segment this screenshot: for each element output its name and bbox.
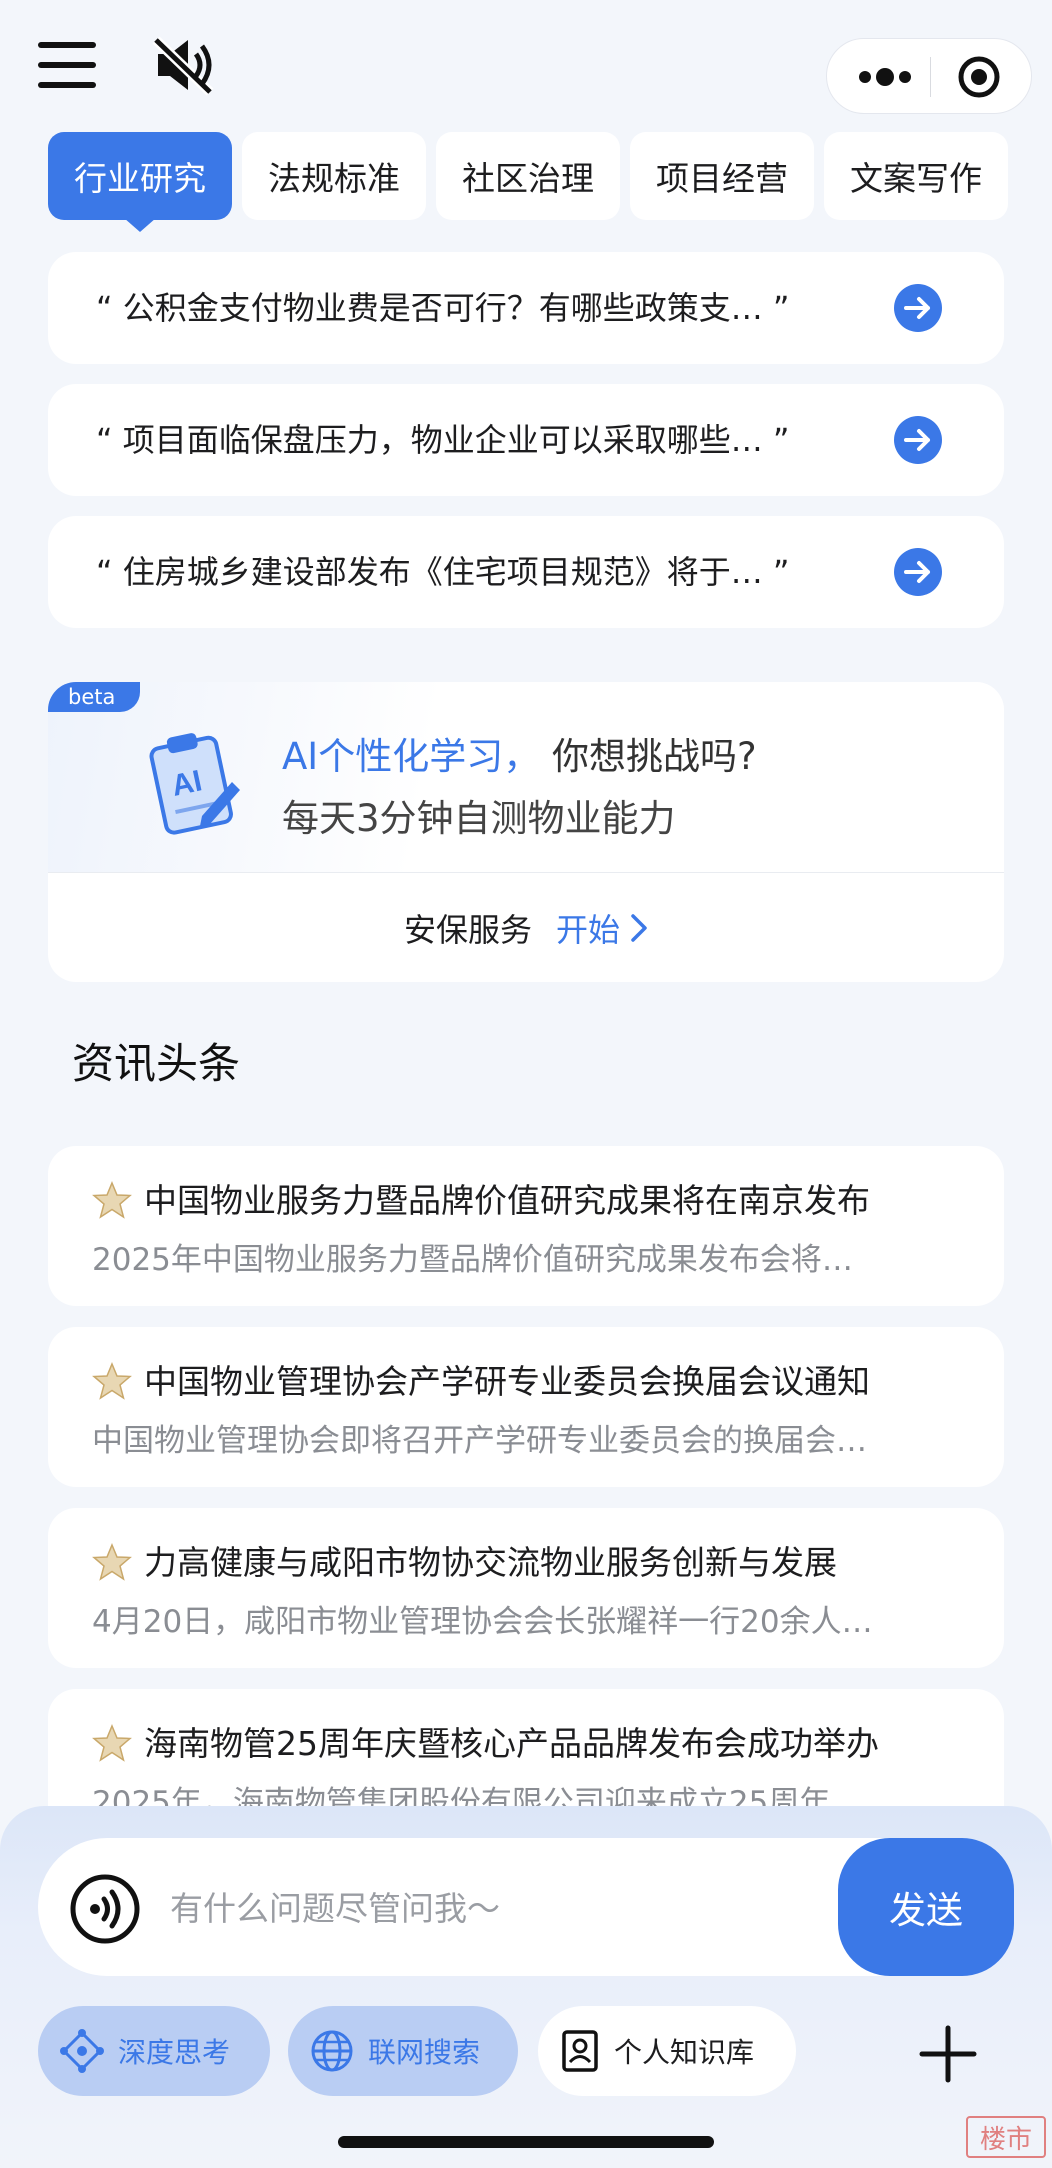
question-text: “ 住房城乡建设部发布《住宅项目规范》将于… ” [96,553,790,591]
star-icon [92,1180,132,1220]
globe-icon [311,2030,353,2072]
knowledge-base-label: 个人知识库 [614,2036,755,2069]
voice-input-icon[interactable] [70,1874,140,1944]
news-summary: 中国物业管理协会即将召开产学研专业委员会的换届会… [92,1423,867,1459]
home-indicator[interactable] [338,2136,714,2148]
suggested-question[interactable]: “ 住房城乡建设部发布《住宅项目规范》将于… ” [48,516,1004,628]
suggested-question[interactable]: “ 项目面临保盘压力，物业企业可以采取哪些… ” [48,384,1004,496]
ai-learning-highlight: AI个性化学习， [282,735,541,778]
arrow-right-icon[interactable] [894,416,942,464]
category-tabs: 行业研究 法规标准 社区治理 项目经营 文案写作 [48,132,1008,232]
tab-regulations[interactable]: 法规标准 [242,132,426,220]
news-summary: 4月20日，咸阳市物业管理协会会长张耀祥一行20余人… [92,1604,873,1640]
contact-book-icon [562,2030,598,2072]
ai-learning-title: AI个性化学习， 你想挑战吗? [282,726,757,780]
news-summary: 2025年中国物业服务力暨品牌价值研究成果发布会将… [92,1242,853,1278]
tab-industry-research[interactable]: 行业研究 [48,132,232,220]
start-quiz-button[interactable]: 开始 [556,905,648,951]
ai-learning-question: 你想挑战吗? [552,735,757,778]
tab-copywriting[interactable]: 文案写作 [824,132,1008,220]
news-item[interactable]: 中国物业管理协会产学研专业委员会换届会议通知 中国物业管理协会即将召开产学研专业… [48,1327,1004,1487]
knowledge-base-toggle[interactable]: 个人知识库 [538,2006,796,2096]
tab-project-operation[interactable]: 项目经营 [630,132,814,220]
question-text: “ 项目面临保盘压力，物业企业可以采取哪些… ” [96,421,790,459]
ai-learning-start-row: 安保服务 开始 [48,873,1004,982]
news-title: 中国物业服务力暨品牌价值研究成果将在南京发布 [144,1181,870,1220]
deep-think-label: 深度思考 [118,2036,231,2069]
news-item[interactable]: 中国物业服务力暨品牌价值研究成果将在南京发布 2025年中国物业服务力暨品牌价值… [48,1146,1004,1306]
composer-panel: 发送 深度思考 联网搜索 个人知识库 [0,1806,1052,2168]
arrow-right-icon[interactable] [894,284,942,332]
miniprogram-capsule [826,38,1032,114]
start-quiz-label: 开始 [556,910,621,949]
arrow-right-icon[interactable] [894,548,942,596]
message-input[interactable] [168,1872,852,1944]
deep-think-icon [60,2029,104,2073]
deep-think-toggle[interactable]: 深度思考 [38,2006,270,2096]
news-item[interactable]: 力高健康与咸阳市物协交流物业服务创新与发展 4月20日，咸阳市物业管理协会会长张… [48,1508,1004,1668]
star-icon [92,1361,132,1401]
active-tab-pointer [124,218,156,232]
send-button[interactable]: 发送 [838,1838,1014,1976]
watermark-stamp: 楼市 [966,2116,1046,2158]
beta-badge: beta [48,682,140,712]
news-section-title: 资讯头条 [72,1039,241,1088]
more-options-icon[interactable] [855,63,915,91]
news-title: 力高健康与咸阳市物协交流物业服务创新与发展 [144,1543,837,1582]
news-title: 中国物业管理协会产学研专业委员会换届会议通知 [144,1362,870,1401]
question-text: “ 公积金支付物业费是否可行？有哪些政策支… ” [96,289,790,327]
plus-icon[interactable] [916,2022,980,2086]
ai-clipboard-icon: AI [132,724,252,844]
close-miniprogram-icon[interactable] [957,55,1001,99]
news-title: 海南物管25周年庆暨核心产品品牌发布会成功举办 [144,1724,879,1763]
capsule-divider [930,57,931,97]
tab-community-governance[interactable]: 社区治理 [436,132,620,220]
suggested-question[interactable]: “ 公积金支付物业费是否可行？有哪些政策支… ” [48,252,1004,364]
ai-learning-subtitle: 每天3分钟自测物业能力 [282,797,676,840]
top-bar [0,0,1052,130]
web-search-toggle[interactable]: 联网搜索 [288,2006,518,2096]
speaker-muted-icon[interactable] [150,34,220,96]
star-icon [92,1542,132,1582]
quiz-topic: 安保服务 [403,910,532,949]
menu-icon[interactable] [38,40,98,90]
web-search-label: 联网搜索 [368,2036,481,2069]
ai-learning-card: beta AI AI个性化学习， 你想挑战吗? 每天3分钟自测物业能力 安保服务… [48,682,1004,982]
chevron-right-icon [631,913,647,942]
star-icon [92,1723,132,1763]
